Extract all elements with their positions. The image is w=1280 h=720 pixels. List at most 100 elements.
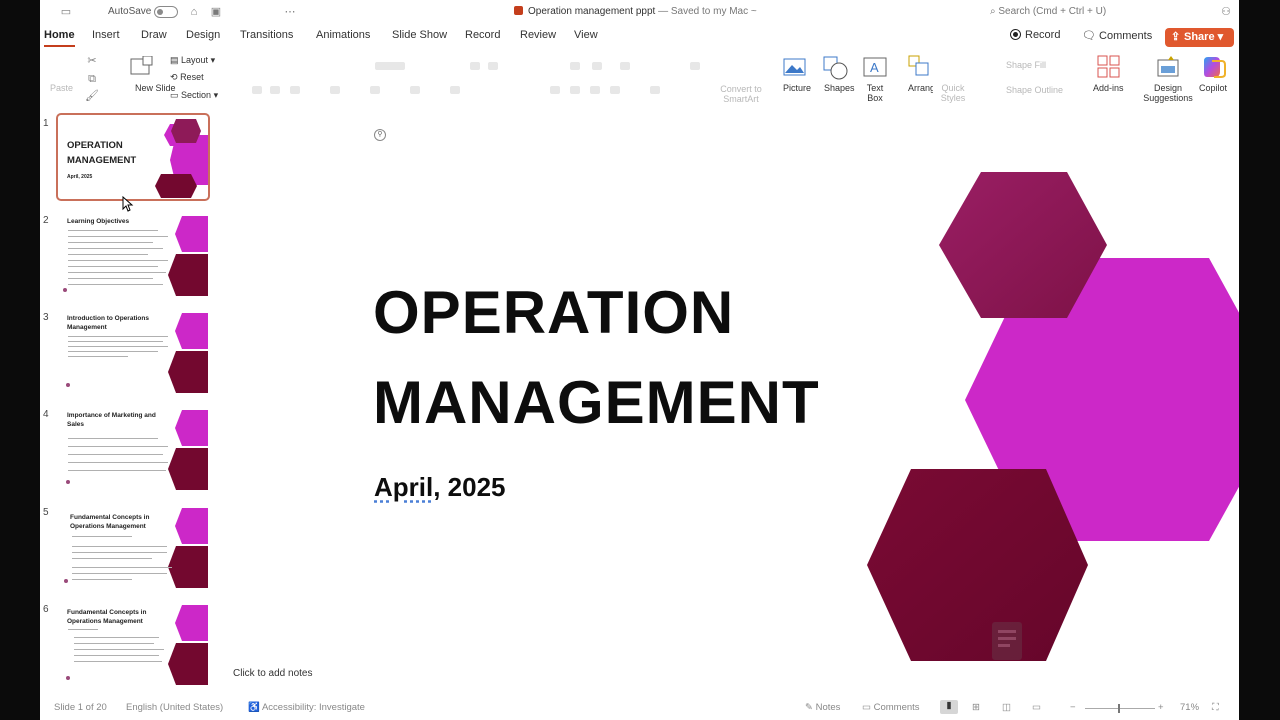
tab-animations[interactable]: Animations	[316, 29, 370, 41]
tab-record[interactable]: Record	[465, 29, 500, 41]
grow-font-icon[interactable]	[470, 62, 480, 70]
slide-subtitle[interactable]: April, 2025	[374, 472, 506, 503]
zoom-in-icon[interactable]: +	[1158, 702, 1164, 713]
slide-thumbnail-2[interactable]: Learning Objectives	[58, 212, 208, 296]
slide-sorter-icon[interactable]: ⊞	[972, 702, 980, 713]
text-direction-icon[interactable]	[690, 62, 700, 70]
copy-icon[interactable]: ⧉	[84, 71, 100, 87]
zoom-out-icon[interactable]: −	[1070, 702, 1076, 713]
normal-view-icon[interactable]: ▮	[940, 700, 958, 714]
record-button[interactable]: Record	[1010, 29, 1060, 41]
new-slide-icon[interactable]	[130, 56, 154, 76]
slide-thumbnail-1[interactable]: OPERATION MANAGEMENT April, 2025	[56, 113, 210, 201]
align-right-icon[interactable]	[590, 86, 600, 94]
arrange-icon[interactable]	[908, 55, 934, 79]
slide-show-icon[interactable]: ▭	[1032, 702, 1041, 713]
layout-button[interactable]: ▤ Layout ▾	[170, 55, 215, 66]
hexagon-burgundy[interactable]	[867, 469, 1088, 661]
comment-icon: 🗨	[1082, 30, 1096, 42]
date-month-underlined: April,	[374, 472, 441, 502]
notes-placeholder[interactable]: Click to add notes	[233, 668, 313, 679]
shape-outline-button[interactable]: Shape Outline	[1006, 85, 1063, 95]
autosave-toggle[interactable]	[154, 6, 178, 18]
more-options-icon[interactable]: ⋯	[282, 4, 298, 20]
shape-fill-button[interactable]: Shape Fill	[1006, 60, 1046, 70]
cut-icon[interactable]: ✂	[84, 53, 100, 69]
record-icon	[1010, 29, 1021, 40]
indent-icon[interactable]	[620, 62, 630, 70]
numbering-icon[interactable]	[592, 62, 602, 70]
slide-thumbnail-5[interactable]: Fundamental Concepts in Operations Manag…	[58, 504, 208, 588]
reading-view-icon[interactable]: ◫	[1002, 702, 1011, 713]
tab-view[interactable]: View	[574, 29, 598, 41]
italic-icon[interactable]	[270, 86, 280, 94]
copilot-label[interactable]: Copilot	[1199, 83, 1227, 93]
comments-status-button[interactable]: ▭ Comments	[862, 702, 920, 713]
tab-draw[interactable]: Draw	[141, 29, 167, 41]
tab-slide-show[interactable]: Slide Show	[392, 29, 447, 41]
slide-thumbnail-6[interactable]: Fundamental Concepts in Operations Manag…	[58, 601, 208, 685]
design-suggestions-icon[interactable]	[1157, 55, 1181, 79]
thumbnail-text-line	[68, 629, 98, 630]
add-ins-label[interactable]: Add-ins	[1093, 83, 1124, 93]
date-year: 2025	[440, 472, 506, 502]
comments-button[interactable]: 🗨 Comments	[1082, 29, 1152, 42]
picture-label[interactable]: Picture	[783, 83, 811, 93]
font-color-icon[interactable]	[410, 86, 420, 94]
slide-thumbnail-4[interactable]: Importance of Marketing and Sales	[58, 406, 208, 490]
tab-review[interactable]: Review	[520, 29, 556, 41]
columns-icon[interactable]	[650, 86, 660, 94]
slide-title[interactable]: OPERATION MANAGEMENT	[373, 268, 893, 448]
accessibility-button[interactable]: ♿ Accessibility: Investigate	[248, 702, 365, 713]
format-painter-icon[interactable]: 🖌	[84, 88, 100, 104]
shapes-icon[interactable]	[823, 56, 849, 80]
fit-to-window-icon[interactable]: ⛶	[1212, 702, 1219, 713]
reset-button[interactable]: ⟲ Reset	[170, 72, 204, 83]
section-label: Section	[181, 90, 212, 100]
zoom-slider[interactable]	[1085, 708, 1155, 709]
home-icon[interactable]: ⌂	[186, 4, 202, 20]
save-icon[interactable]: ▣	[208, 4, 224, 20]
align-center-icon[interactable]	[570, 86, 580, 94]
sidebar-toggle-icon[interactable]: ▭	[58, 4, 74, 20]
arrange-label[interactable]: Arrange	[908, 83, 933, 93]
new-slide-label[interactable]: New Slide	[135, 83, 176, 93]
copilot-icon[interactable]	[1202, 55, 1226, 79]
picture-icon[interactable]	[783, 58, 807, 76]
strikethrough-icon[interactable]	[330, 86, 340, 94]
shrink-font-icon[interactable]	[488, 62, 498, 70]
quick-styles-button[interactable]: Quick Styles	[936, 83, 970, 103]
justify-icon[interactable]	[610, 86, 620, 94]
slide-thumbnail-3[interactable]: Introduction to Operations Management	[58, 309, 208, 393]
zoom-level[interactable]: 71%	[1180, 702, 1199, 713]
shapes-label[interactable]: Shapes	[824, 83, 855, 93]
font-name-box[interactable]	[375, 62, 405, 70]
align-left-icon[interactable]	[550, 86, 560, 94]
section-button[interactable]: ▭ Section ▾	[170, 90, 218, 101]
text-box-label[interactable]: Text Box	[864, 83, 886, 103]
saved-status[interactable]: — Saved to my Mac ~	[658, 6, 757, 17]
share-button[interactable]: ⇪ Share ▾	[1165, 28, 1234, 47]
tab-transitions[interactable]: Transitions	[240, 29, 293, 41]
search-box[interactable]: ⌕ Search (Cmd + Ctrl + U)	[990, 6, 1106, 17]
highlight-icon[interactable]	[450, 86, 460, 94]
bullets-icon[interactable]	[570, 62, 580, 70]
thumbnail-text-line	[68, 336, 168, 337]
slide-canvas[interactable]: ⚲ OPERATION MANAGEMENT April, 2025	[302, 108, 1239, 661]
tab-insert[interactable]: Insert	[92, 29, 120, 41]
subscript-icon[interactable]	[370, 86, 380, 94]
text-box-icon[interactable]: A	[863, 57, 887, 77]
account-icon[interactable]: ⚇	[1218, 4, 1234, 20]
paste-button[interactable]: Paste	[50, 83, 73, 93]
convert-to-smartart-button[interactable]: Convert to SmartArt	[720, 84, 762, 104]
language-indicator[interactable]: English (United States)	[126, 702, 223, 713]
tab-design[interactable]: Design	[186, 29, 220, 41]
add-ins-icon[interactable]	[1097, 55, 1121, 79]
bold-icon[interactable]	[252, 86, 262, 94]
thumbnail-text-line	[74, 649, 164, 650]
zoom-slider-handle[interactable]	[1118, 704, 1120, 713]
underline-icon[interactable]	[290, 86, 300, 94]
notes-button[interactable]: ✎ Notes	[805, 702, 840, 713]
design-suggestions-label[interactable]: Design Suggestions	[1143, 83, 1193, 103]
tab-home[interactable]: Home	[44, 29, 75, 47]
